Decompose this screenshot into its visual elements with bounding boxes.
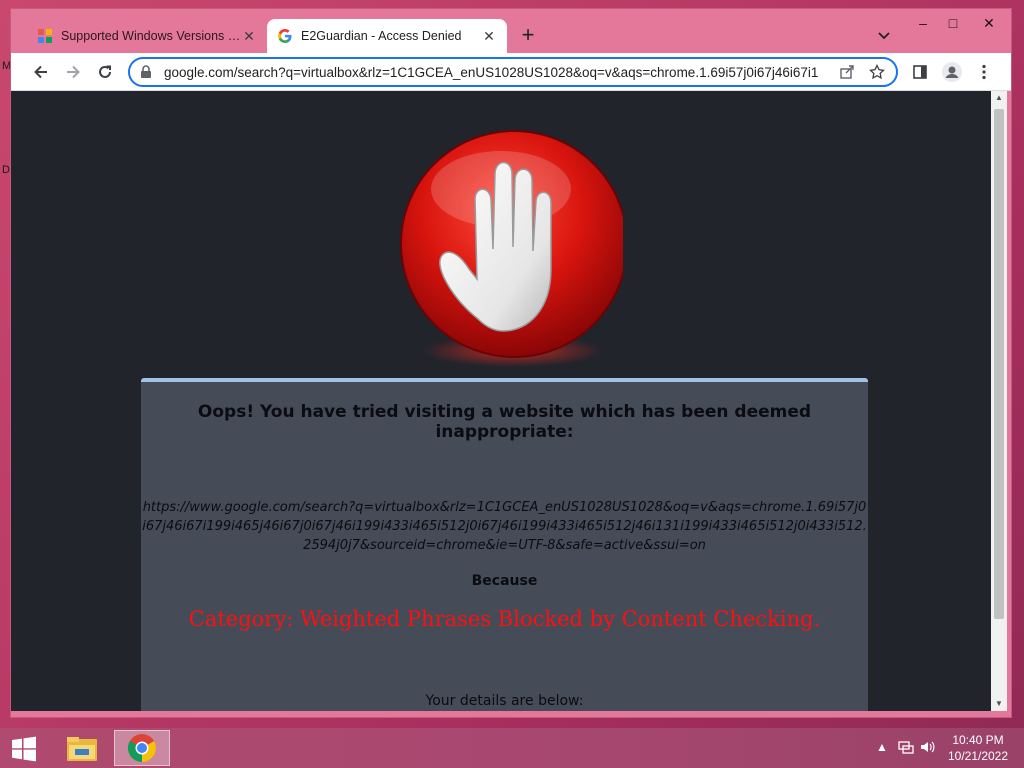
block-reason: Category: Weighted Phrases Blocked by Co… bbox=[188, 607, 821, 631]
tab-strip: Supported Windows Versions (up ✕ E2Guard… bbox=[11, 9, 1011, 53]
windows-start-icon[interactable] bbox=[6, 734, 42, 764]
tab-access-denied[interactable]: E2Guardian - Access Denied ✕ bbox=[267, 19, 507, 53]
forward-icon[interactable] bbox=[61, 60, 85, 84]
chrome-icon[interactable] bbox=[114, 730, 170, 766]
page-scrollbar[interactable]: ▲ ▼ bbox=[991, 91, 1007, 711]
browser-toolbar: google.com/search?q=virtualbox&rlz=1C1GC… bbox=[11, 53, 1011, 91]
address-bar[interactable]: google.com/search?q=virtualbox&rlz=1C1GC… bbox=[128, 57, 898, 87]
volume-icon[interactable] bbox=[920, 740, 936, 757]
tab-title: Supported Windows Versions (up bbox=[61, 29, 241, 43]
url-text[interactable]: google.com/search?q=virtualbox&rlz=1C1GC… bbox=[164, 65, 828, 80]
star-icon[interactable] bbox=[866, 61, 888, 83]
desktop-icon-label: D bbox=[2, 164, 10, 176]
tab-title: E2Guardian - Access Denied bbox=[301, 29, 462, 43]
share-icon[interactable] bbox=[836, 61, 858, 83]
scroll-up-arrow-icon[interactable]: ▲ bbox=[991, 91, 1007, 105]
tab-close-icon[interactable]: ✕ bbox=[241, 28, 257, 44]
maximize-button[interactable]: □ bbox=[937, 9, 969, 37]
google-g-icon bbox=[277, 28, 293, 44]
taskbar: ▲ 10:40 PM 10/21/2022 bbox=[0, 728, 1024, 768]
network-icon[interactable] bbox=[898, 740, 914, 757]
chevron-down-icon[interactable] bbox=[877, 28, 893, 44]
show-hidden-icons-icon[interactable]: ▲ bbox=[876, 740, 888, 754]
kebab-menu-icon[interactable] bbox=[973, 61, 995, 83]
details-label: Your details are below: bbox=[425, 693, 584, 709]
because-label: Because bbox=[471, 573, 538, 589]
reload-icon[interactable] bbox=[93, 60, 117, 84]
page-viewport: Oops! You have tried visiting a website … bbox=[11, 91, 991, 711]
tab-close-icon[interactable]: ✕ bbox=[481, 28, 497, 44]
stop-hand-icon bbox=[400, 130, 623, 367]
tab-supported-windows[interactable]: Supported Windows Versions (up ✕ bbox=[27, 19, 267, 53]
new-tab-button[interactable]: + bbox=[517, 24, 539, 47]
chrome-window: Supported Windows Versions (up ✕ E2Guard… bbox=[10, 8, 1012, 718]
blocked-url: https://www.google.com/search?q=virtualb… bbox=[142, 500, 867, 553]
page-title: Oops! You have tried visiting a website … bbox=[197, 402, 812, 442]
file-explorer-icon[interactable] bbox=[54, 730, 110, 766]
lock-icon[interactable] bbox=[140, 65, 154, 79]
back-icon[interactable] bbox=[29, 60, 53, 84]
access-denied-panel: Oops! You have tried visiting a website … bbox=[141, 378, 868, 711]
clock-time: 10:40 PM bbox=[952, 733, 1004, 747]
scroll-thumb[interactable] bbox=[994, 109, 1004, 619]
profile-avatar-icon[interactable] bbox=[941, 61, 963, 83]
scroll-down-arrow-icon[interactable]: ▼ bbox=[991, 697, 1007, 711]
minimize-button[interactable]: – bbox=[907, 9, 939, 37]
side-panel-icon[interactable] bbox=[909, 61, 931, 83]
close-window-button[interactable]: ✕ bbox=[969, 9, 1009, 37]
clock-date: 10/21/2022 bbox=[947, 749, 1009, 763]
puzzle-colorful-icon bbox=[37, 28, 53, 44]
taskbar-clock[interactable]: 10:40 PM 10/21/2022 bbox=[940, 732, 1016, 764]
